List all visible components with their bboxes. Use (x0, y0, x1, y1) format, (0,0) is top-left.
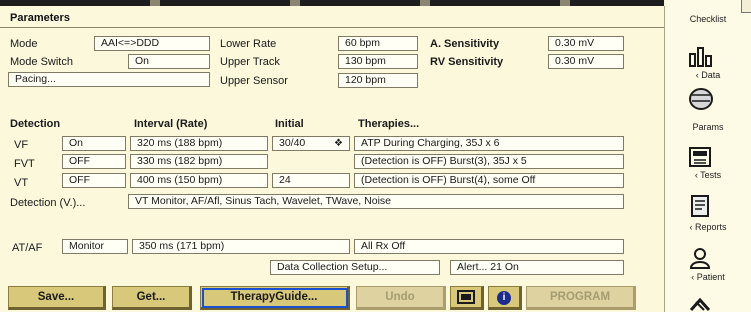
fvt-therapy-field[interactable]: (Detection is OFF) Burst(3), 35J x 5 (354, 154, 624, 169)
save-button[interactable]: Save... (8, 286, 106, 310)
patient-icon (689, 248, 711, 269)
initial-header: Initial (275, 118, 304, 130)
undo-button[interactable]: Undo (356, 286, 446, 310)
info-icon: i (497, 291, 511, 305)
vf-initial-field[interactable]: 30/40 ❖ (272, 136, 350, 151)
print-icon (457, 290, 475, 304)
mode-field[interactable]: AAI<=>DDD (94, 36, 210, 51)
info-button[interactable]: i (488, 286, 522, 310)
mode-label: Mode (10, 38, 38, 50)
title-divider (0, 27, 664, 28)
vf-detection-status[interactable]: On (62, 136, 126, 151)
therapy-guide-button[interactable]: TherapyGuide... (200, 286, 350, 310)
a-sensitivity-field[interactable]: 0.30 mV (548, 36, 624, 51)
mode-switch-label: Mode Switch (10, 56, 73, 68)
upper-sensor-label: Upper Sensor (220, 75, 288, 87)
tests-icon (689, 147, 711, 167)
a-sensitivity-label: A. Sensitivity (430, 38, 500, 50)
detection-v-label[interactable]: Detection (V.)... (10, 196, 85, 210)
sidebar-corner (741, 0, 751, 13)
vf-therapy-field[interactable]: ATP During Charging, 35J x 6 (354, 136, 624, 151)
lower-rate-label: Lower Rate (220, 38, 277, 50)
program-button[interactable]: PROGRAM (526, 286, 636, 310)
tools-icon[interactable] (688, 296, 712, 312)
vt-therapy-field[interactable]: (Detection is OFF) Burst(4), some Off (354, 173, 624, 188)
data-icon (689, 47, 712, 67)
reports-icon (691, 195, 709, 217)
ataf-mode-field[interactable]: Monitor (62, 239, 128, 254)
page-title: Parameters (10, 12, 70, 24)
pacing-button[interactable]: Pacing... (8, 72, 210, 87)
vf-interval-field[interactable]: 320 ms (188 bpm) (130, 136, 268, 151)
sidebar-item-params[interactable]: Params (665, 122, 751, 132)
data-collection-button[interactable]: Data Collection Setup... (270, 260, 440, 275)
mode-switch-field[interactable]: On (128, 54, 210, 69)
sidebar-item-reports[interactable]: ‹ Reports (665, 222, 751, 232)
upper-track-field[interactable]: 130 bpm (338, 54, 418, 69)
sidebar-item-tests[interactable]: ‹ Tests (665, 170, 751, 180)
params-icon (689, 88, 713, 110)
rv-sensitivity-label: RV Sensitivity (430, 56, 504, 68)
zone-label-vt: VT (14, 177, 29, 189)
sidebar-item-checklist[interactable]: Checklist (665, 14, 751, 24)
sidebar-item-patient[interactable]: ‹ Patient (665, 272, 751, 282)
sidebar-item-data[interactable]: ‹ Data (665, 70, 751, 80)
detection-header: Detection (10, 118, 61, 130)
vt-detection-status[interactable]: OFF (62, 173, 126, 188)
vt-initial-field[interactable]: 24 (272, 173, 350, 188)
therapies-header[interactable]: Therapies... (358, 117, 419, 131)
vf-initial-value: 30/40 (279, 137, 306, 149)
alert-button[interactable]: Alert... 21 On (450, 260, 624, 275)
rv-sensitivity-field[interactable]: 0.30 mV (548, 54, 624, 69)
lock-icon: ❖ (334, 138, 343, 149)
fvt-detection-status[interactable]: OFF (62, 154, 126, 169)
ataf-therapy-field[interactable]: All Rx Off (354, 239, 624, 254)
zone-label-fvt: FVT (14, 158, 35, 170)
fvt-interval-field[interactable]: 330 ms (182 bpm) (130, 154, 268, 169)
print-button[interactable] (450, 286, 484, 310)
upper-sensor-field[interactable]: 120 bpm (338, 73, 418, 88)
zone-label-vf: VF (14, 139, 29, 151)
lower-rate-field[interactable]: 60 bpm (338, 36, 418, 51)
ataf-label: AT/AF (12, 242, 43, 254)
vt-interval-field[interactable]: 400 ms (150 bpm) (130, 173, 268, 188)
get-button[interactable]: Get... (112, 286, 192, 310)
ataf-interval-field[interactable]: 350 ms (171 bpm) (132, 239, 350, 254)
interval-header: Interval (Rate) (134, 118, 208, 130)
detection-v-field[interactable]: VT Monitor, AF/Afl, Sinus Tach, Wavelet,… (128, 194, 624, 209)
upper-track-label: Upper Track (220, 56, 280, 68)
